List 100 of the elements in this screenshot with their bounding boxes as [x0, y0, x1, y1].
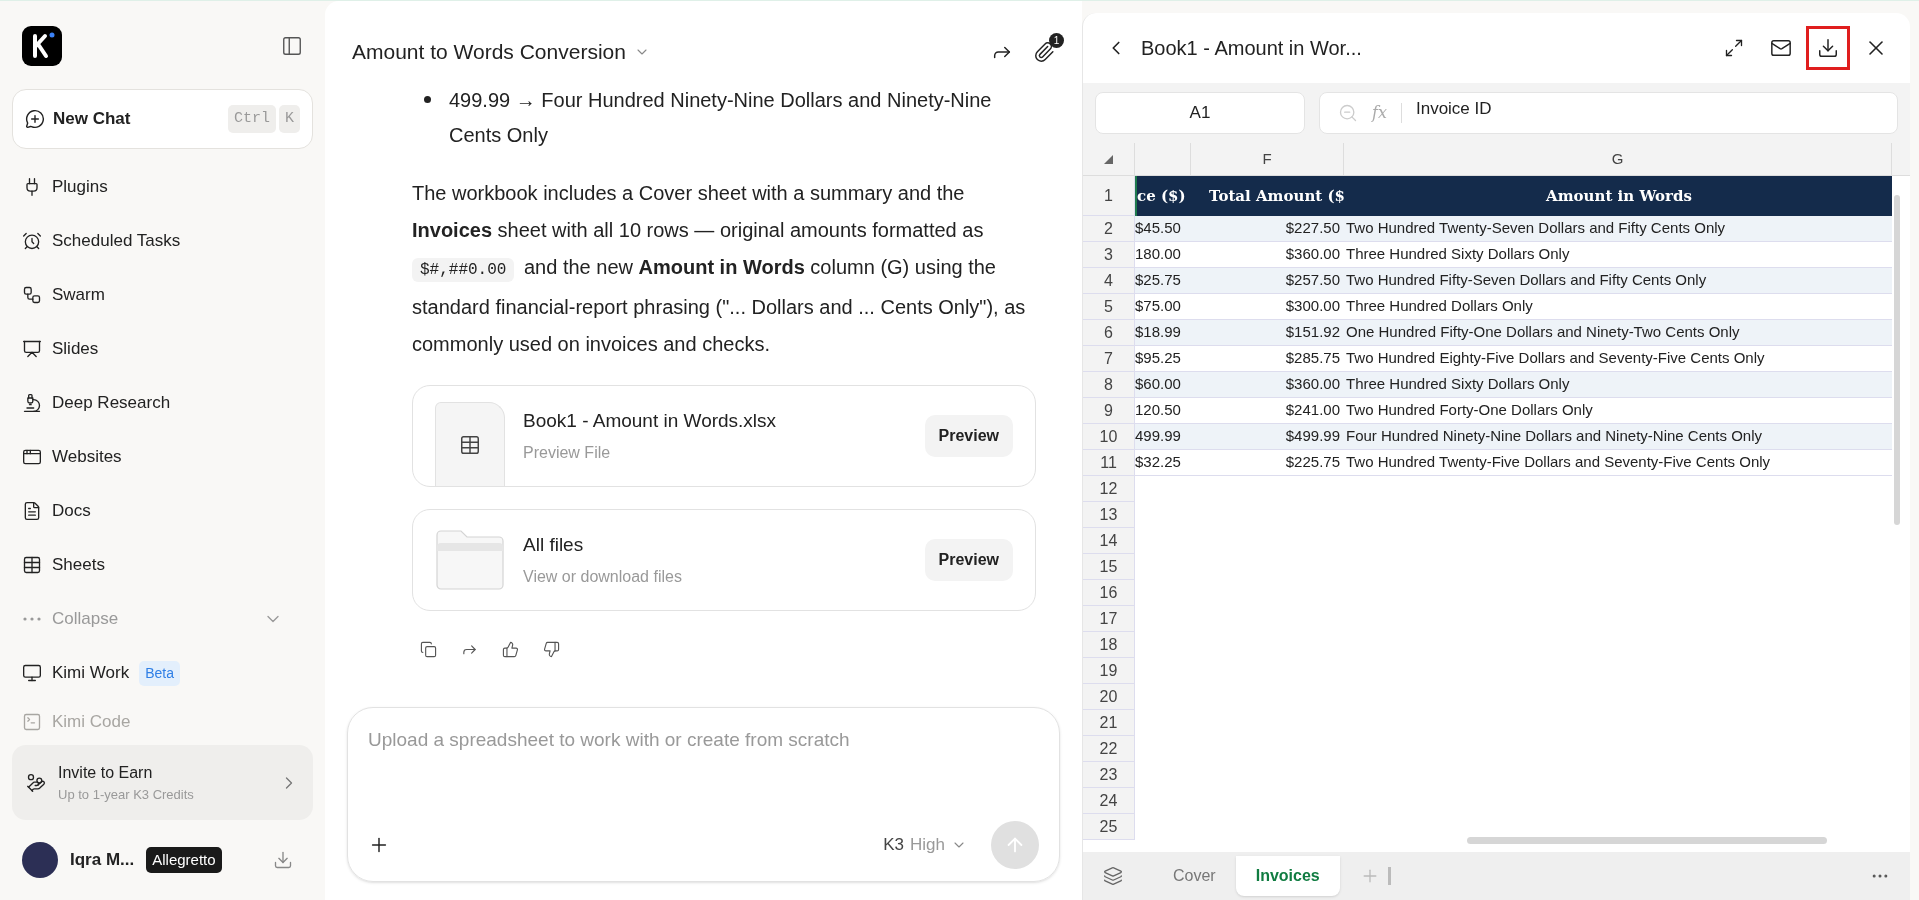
- model-selector[interactable]: K3 High: [883, 832, 967, 858]
- row-number[interactable]: 11: [1083, 450, 1135, 476]
- zoom-out-icon: [1338, 103, 1358, 123]
- browser-window-icon: [22, 447, 42, 467]
- sheet-tab[interactable]: Cover: [1153, 856, 1236, 896]
- table-cell-text: $241.00: [1284, 400, 1341, 421]
- item-label: Kimi Work: [52, 662, 130, 685]
- row-number[interactable]: 12: [1083, 476, 1135, 502]
- row-number[interactable]: 22: [1083, 736, 1135, 762]
- table-cell-text: One Hundred Fifty-One Dollars and Ninety-Two Cents Only: [1345, 322, 1741, 343]
- dots-icon: [23, 617, 41, 621]
- table-cell-text: Two Hundred Forty-One Dollars Only: [1345, 400, 1594, 421]
- row-number[interactable]: 19: [1083, 658, 1135, 684]
- table-cell-text: $45.50: [1135, 218, 1182, 239]
- file-card[interactable]: All files View or download files Preview: [412, 509, 1036, 611]
- download-button[interactable]: [1806, 26, 1850, 70]
- copy-icon[interactable]: [420, 641, 437, 658]
- table-cell-text: $32.25: [1135, 452, 1182, 473]
- layers-icon[interactable]: [1103, 866, 1123, 886]
- viewer-title: Book1 - Amount in Wor...: [1141, 36, 1362, 61]
- vertical-scrollbar[interactable]: [1894, 195, 1900, 525]
- row-number[interactable]: 3: [1083, 242, 1135, 268]
- table-cell-text: 120.50: [1135, 400, 1182, 421]
- alarm-clock-icon: [22, 231, 42, 251]
- row-number[interactable]: 14: [1083, 528, 1135, 554]
- horizontal-scrollbar[interactable]: [1467, 837, 1827, 844]
- chat-title: Amount to Words Conversion: [352, 39, 626, 66]
- preview-button[interactable]: Preview: [924, 415, 1013, 457]
- row-number[interactable]: 13: [1083, 502, 1135, 528]
- table-cell-text: $151.92: [1284, 322, 1341, 343]
- invite-title: Invite to Earn: [58, 762, 154, 783]
- paperclip-icon[interactable]: [1033, 41, 1055, 63]
- row-number[interactable]: 8: [1083, 372, 1135, 398]
- sidebar-item[interactable]: Plugins: [12, 160, 313, 214]
- table-cell-text: Two Hundred Fifty-Seven Dollars and Fifty Cents Only: [1345, 270, 1708, 291]
- invite-subtitle: Up to 1-year K3 Credits: [58, 785, 195, 804]
- invite-card[interactable]: Invite to Earn Up to 1-year K3 Credits: [12, 745, 313, 820]
- shortcut-key: Ctrl: [227, 104, 276, 134]
- sidebar-item[interactable]: Swarm: [12, 268, 313, 322]
- table-cell-text: $499.99: [1284, 426, 1341, 447]
- row-number[interactable]: 10: [1083, 424, 1135, 450]
- download-icon[interactable]: [273, 850, 293, 870]
- column-header[interactable]: F: [1191, 143, 1344, 175]
- cell-reference-field[interactable]: A1: [1095, 92, 1305, 134]
- row-number[interactable]: 4: [1083, 268, 1135, 294]
- item-label: Kimi Code: [52, 711, 131, 734]
- file-name: Book1 - Amount in Words.xlsx: [523, 408, 778, 433]
- monitor-icon: [22, 663, 42, 683]
- row-number[interactable]: 5: [1083, 294, 1135, 320]
- table-cell-text: $360.00: [1284, 244, 1341, 265]
- sidebar-item[interactable]: Sheets: [12, 538, 313, 592]
- response-paragraph: The workbook includes a Cover sheet with a summary and the Invoices sheet with all 10 rows — original amounts formatted as $#,##0.00 and the new Amount in Words column (G) using the standard financial-report phrasing ("... Dollars and ... Cents Only"), as commonly used on invoices and checks.: [412, 181, 1027, 357]
- beta-badge: Beta: [139, 660, 180, 686]
- sidebar-item[interactable]: Websites: [12, 430, 313, 484]
- table-cell-text: $227.50: [1284, 218, 1341, 239]
- thumbs-up-icon[interactable]: [502, 641, 519, 658]
- avatar[interactable]: [22, 842, 58, 878]
- sidebar-item[interactable]: Docs: [12, 484, 313, 538]
- row-number[interactable]: 1: [1083, 176, 1135, 216]
- sidebar-item[interactable]: Kimi Work Beta: [12, 646, 313, 700]
- select-all-icon[interactable]: [1104, 154, 1113, 164]
- sidebar-item[interactable]: Slides: [12, 322, 313, 376]
- expand-icon[interactable]: [1724, 38, 1744, 58]
- row-number[interactable]: 23: [1083, 762, 1135, 788]
- file-card[interactable]: Book1 - Amount in Words.xlsx Preview File Preview: [412, 385, 1036, 487]
- row-number[interactable]: 16: [1083, 580, 1135, 606]
- row-number[interactable]: 9: [1083, 398, 1135, 424]
- sheet-tab[interactable]: Invoices: [1235, 856, 1340, 896]
- hand-coin-icon: [26, 772, 46, 793]
- formula-bar[interactable]: fx Invoice ID: [1319, 92, 1898, 134]
- user-name: Iqra M...: [70, 849, 135, 872]
- row-number[interactable]: 2: [1083, 216, 1135, 242]
- row-number[interactable]: 24: [1083, 788, 1135, 814]
- new-chat-button[interactable]: New Chat Ctrl K: [12, 89, 313, 149]
- row-number[interactable]: 21: [1083, 710, 1135, 736]
- sidebar-item[interactable]: Scheduled Tasks: [12, 214, 313, 268]
- row-number[interactable]: 7: [1083, 346, 1135, 372]
- row-number[interactable]: 6: [1083, 320, 1135, 346]
- sidebar-item[interactable]: Deep Research: [12, 376, 313, 430]
- table-cell-text: $285.75: [1284, 348, 1341, 369]
- nodes-icon: [22, 285, 42, 305]
- sidebar-toggle-icon[interactable]: [281, 35, 303, 57]
- preview-button[interactable]: Preview: [924, 539, 1013, 581]
- column-header[interactable]: G: [1344, 143, 1892, 175]
- message-input[interactable]: Upload a spreadsheet to work with or create from scratch: [368, 726, 1039, 755]
- row-number[interactable]: 25: [1083, 814, 1135, 840]
- table-cell-text: 180.00: [1135, 244, 1182, 265]
- table-cell-text: Three Hundred Dollars Only: [1345, 296, 1534, 317]
- table-cell-text: $25.75: [1135, 270, 1182, 291]
- row-number[interactable]: 18: [1083, 632, 1135, 658]
- thumbs-down-icon[interactable]: [543, 641, 560, 658]
- microscope-icon: [22, 393, 42, 413]
- row-number[interactable]: 17: [1083, 606, 1135, 632]
- row-number[interactable]: 15: [1083, 554, 1135, 580]
- table-cell-text: $225.75: [1284, 452, 1341, 473]
- table-cell-text: Three Hundred Sixty Dollars Only: [1345, 244, 1571, 265]
- mail-icon[interactable]: [1770, 37, 1792, 59]
- header-cell-text: Amount in Words: [1545, 185, 1693, 207]
- app-logo[interactable]: [22, 26, 62, 66]
- row-number[interactable]: 20: [1083, 684, 1135, 710]
